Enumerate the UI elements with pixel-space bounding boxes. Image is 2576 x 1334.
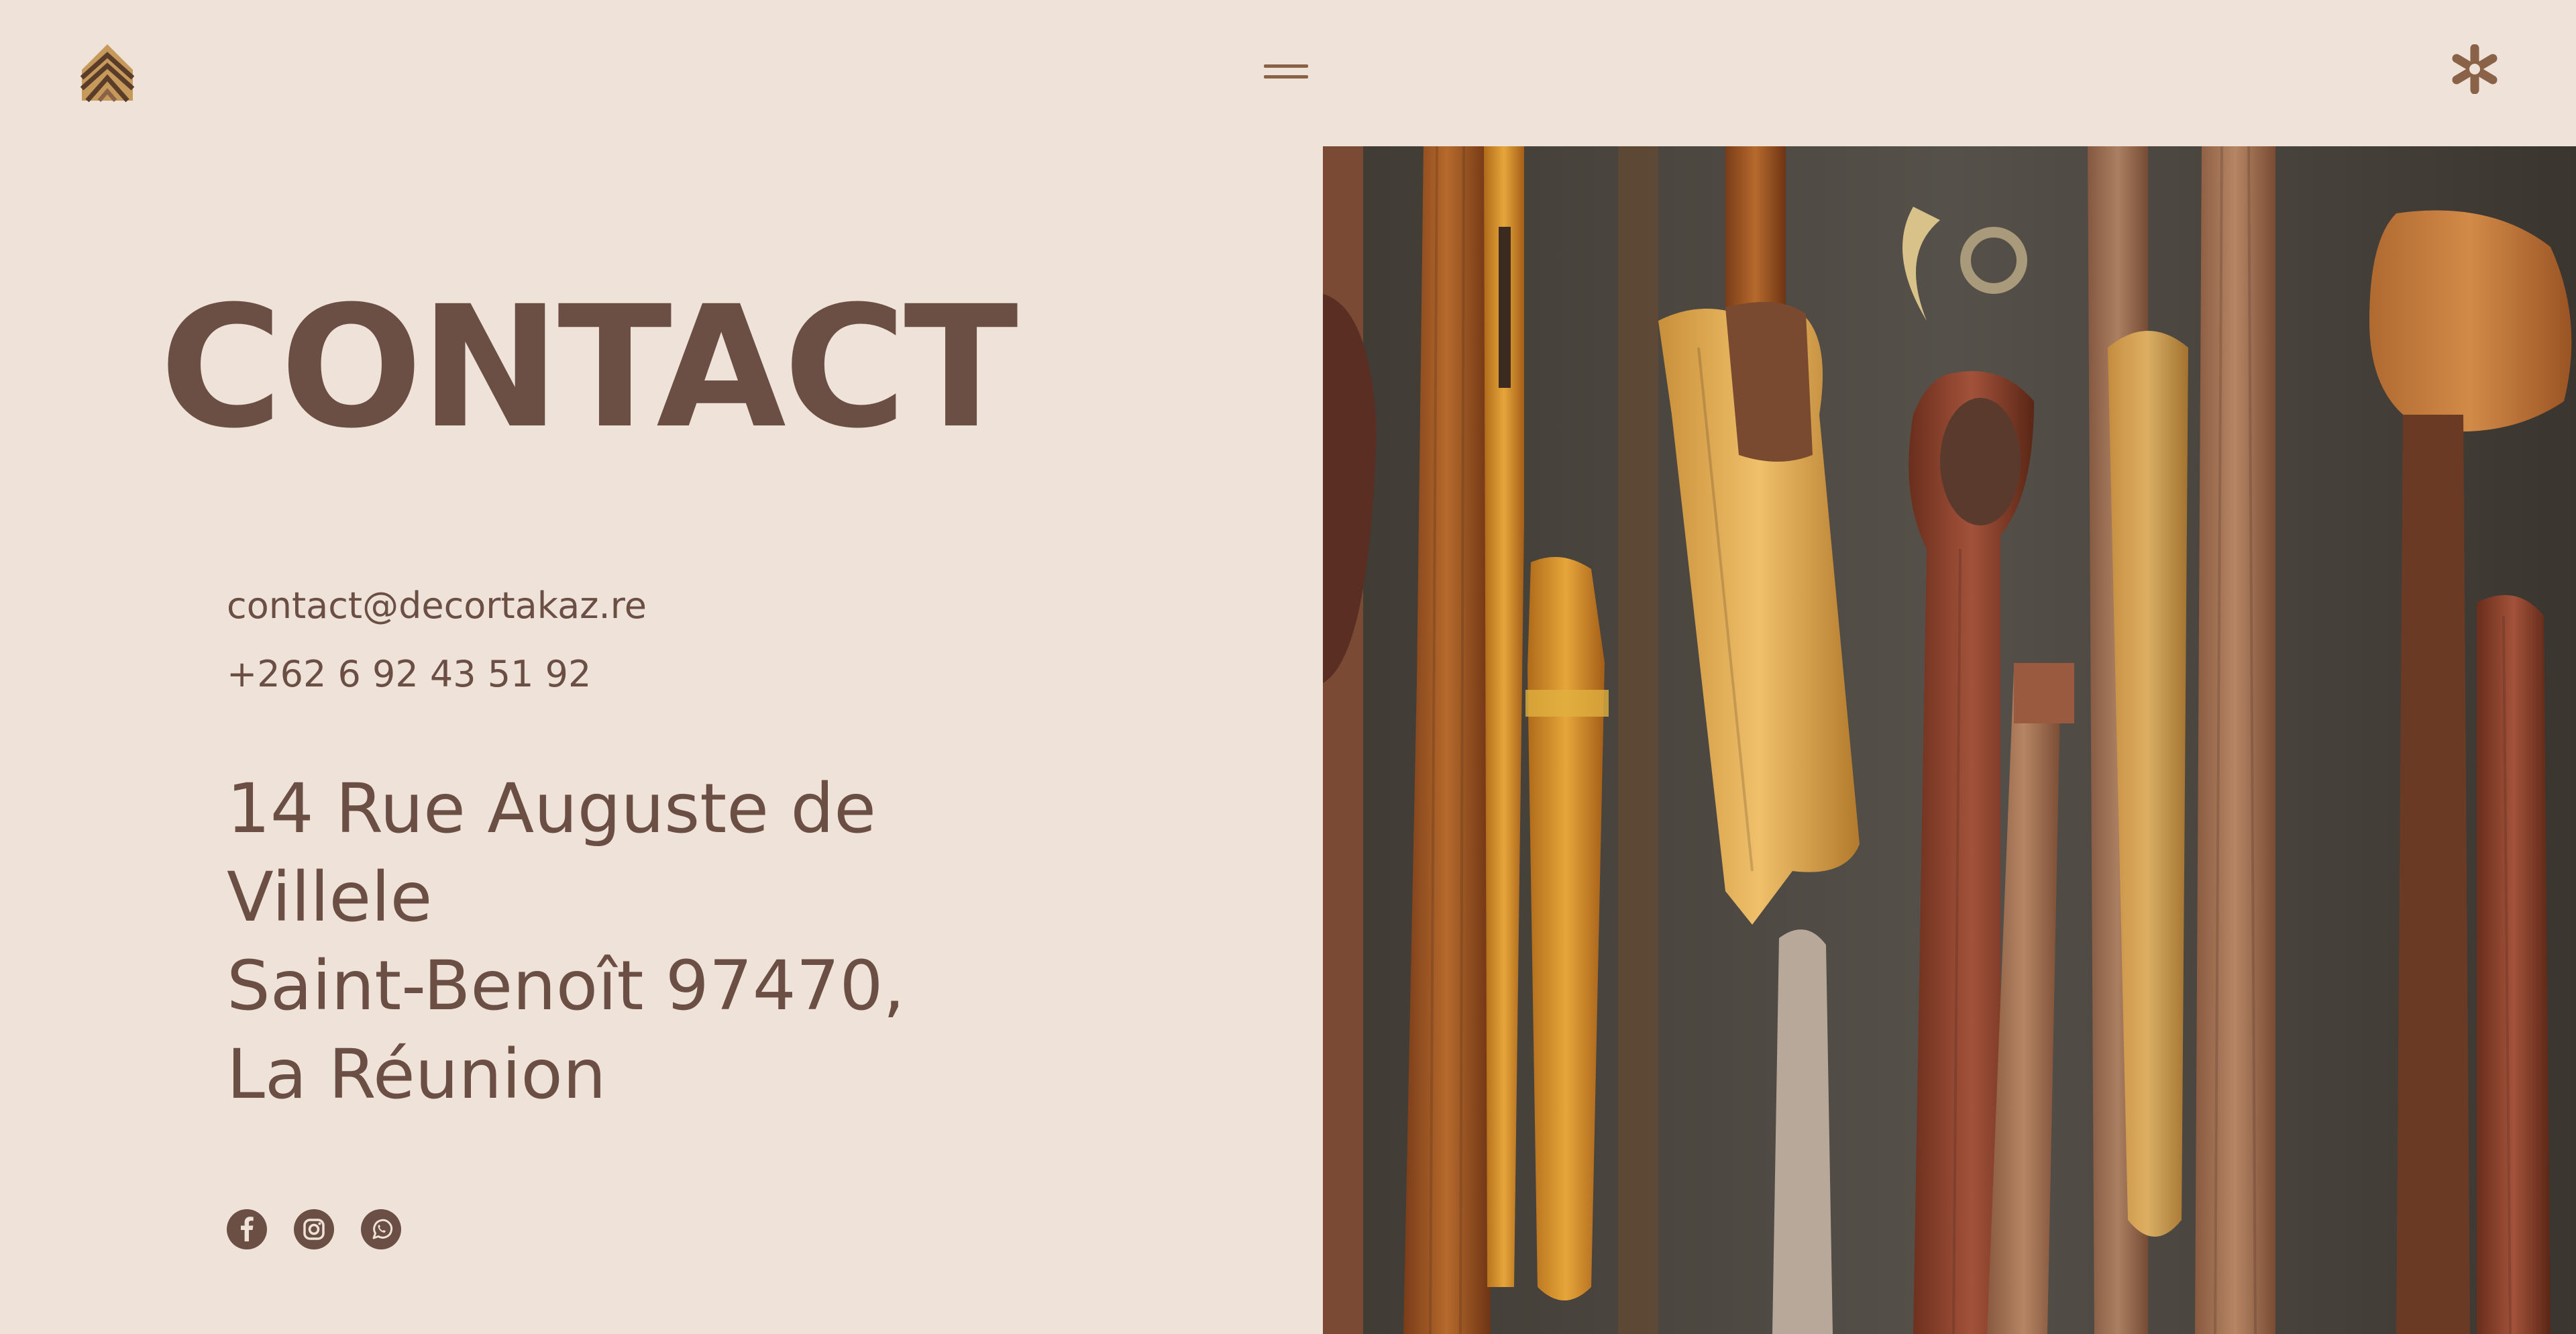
hero-image (1323, 146, 2576, 1334)
menu-button[interactable] (1264, 62, 1308, 86)
site-logo[interactable] (80, 43, 135, 103)
address-line: Saint-Benoît 97470, (227, 946, 905, 1026)
facebook-link[interactable] (227, 1209, 267, 1249)
phone-link[interactable]: +262 6 92 43 51 92 (227, 651, 591, 698)
page-title: CONTACT (160, 270, 1018, 465)
asterisk-button[interactable] (2450, 44, 2500, 95)
house-logo-icon (80, 44, 135, 103)
email-link[interactable]: contact@decortakaz.re (227, 582, 647, 629)
instagram-icon (303, 1219, 325, 1240)
asterisk-icon (2452, 44, 2498, 95)
hamburger-menu-line (1264, 75, 1308, 79)
address-line: 14 Rue Auguste de (227, 769, 876, 849)
address-line: Villele (227, 858, 433, 937)
postal-address: 14 Rue Auguste de Villele Saint-Benoît 9… (227, 765, 905, 1119)
whatsapp-link[interactable] (361, 1209, 401, 1249)
whatsapp-icon (372, 1219, 393, 1239)
facebook-icon (241, 1217, 254, 1241)
carved-wooden-tools-artwork (1323, 146, 2576, 1334)
address-line: La Réunion (227, 1035, 606, 1115)
instagram-link[interactable] (294, 1209, 334, 1249)
social-links (227, 1209, 401, 1249)
hamburger-menu-icon (1264, 64, 1308, 68)
